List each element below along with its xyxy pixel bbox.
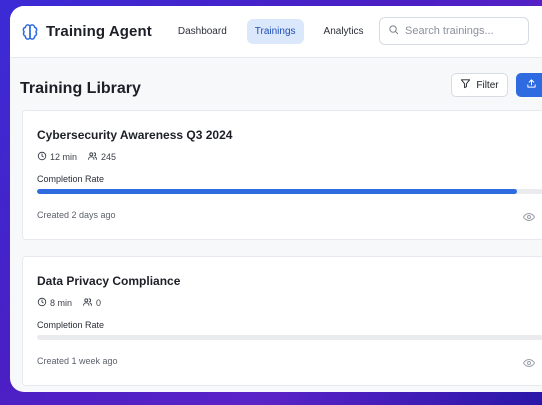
clock-icon [37,151,47,163]
training-created: Created 2 days ago [37,210,116,220]
training-card[interactable]: Data Privacy Compliance 8 min 0 Completi… [22,256,542,386]
clock-icon [37,297,47,309]
brand[interactable]: Training Agent [20,22,152,42]
training-duration: 8 min [50,298,73,308]
training-created: Created 1 week ago [37,356,118,366]
users-icon [82,297,93,309]
search-icon [388,22,399,40]
upload-button[interactable] [516,73,542,97]
training-title: Cybersecurity Awareness Q3 2024 [37,128,233,142]
main-nav: Dashboard Trainings Analytics [170,19,372,44]
training-meta: 8 min 0 [37,297,101,309]
eye-icon[interactable] [522,209,536,222]
completion-progress-fill [37,189,517,194]
training-title: Data Privacy Compliance [37,274,181,288]
completion-progress-bar [37,335,542,340]
training-participants: 245 [101,152,117,162]
filter-label: Filter [476,79,499,91]
training-card[interactable]: Cybersecurity Awareness Q3 2024 12 min 2… [22,110,542,240]
training-duration: 12 min [50,152,78,162]
page-title: Training Library [20,80,141,97]
filter-icon [460,78,471,92]
app-title: Training Agent [46,23,152,40]
nav-analytics[interactable]: Analytics [316,19,372,44]
training-participants: 0 [96,298,102,308]
upload-icon [526,76,537,94]
nav-dashboard[interactable]: Dashboard [170,19,235,44]
training-meta: 12 min 245 [37,151,116,163]
top-navigation-bar: Training Agent Dashboard Trainings Analy… [10,6,542,58]
users-icon [87,151,98,163]
completion-rate-label: Completion Rate [37,174,105,184]
page-header: Training Library Filter [10,58,542,116]
completion-rate-label: Completion Rate [37,320,105,330]
nav-trainings[interactable]: Trainings [246,19,304,44]
search-input[interactable] [405,25,515,37]
completion-progress-bar [37,189,542,194]
eye-icon[interactable] [522,355,536,368]
filter-button[interactable]: Filter [451,73,508,97]
search-box[interactable] [379,17,529,45]
brain-icon [20,22,40,42]
app-window: Training Agent Dashboard Trainings Analy… [10,6,542,392]
